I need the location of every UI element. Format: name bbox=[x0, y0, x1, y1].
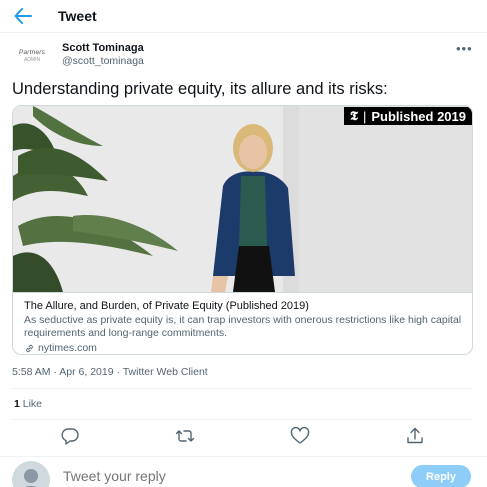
page-title: Tweet bbox=[58, 8, 97, 24]
tweet-actions bbox=[0, 424, 487, 448]
card-domain-text: nytimes.com bbox=[38, 342, 97, 354]
avatar-logo-subtext: ADMIN bbox=[23, 57, 41, 63]
retweet-icon[interactable] bbox=[175, 427, 195, 445]
top-bar: Tweet bbox=[0, 0, 487, 33]
card-body: The Allure, and Burden, of Private Equit… bbox=[13, 292, 472, 354]
tweet-timestamp: 5:58 AM · Apr 6, 2019 · Twitter Web Clie… bbox=[12, 366, 208, 378]
like-count-row[interactable]: 1 Like bbox=[14, 398, 42, 410]
published-badge: 𝕿 | Published 2019 bbox=[343, 107, 472, 125]
avatar-logo-text: Partners bbox=[18, 49, 46, 56]
tweet-text: Understanding private equity, its allure… bbox=[12, 80, 388, 98]
like-count-label: Like bbox=[19, 398, 43, 410]
badge-separator: | bbox=[362, 108, 367, 124]
reply-input[interactable] bbox=[63, 468, 393, 484]
card-description: As seductive as private equity is, it ca… bbox=[24, 314, 462, 339]
share-icon[interactable] bbox=[405, 427, 425, 445]
reply-bar: Reply bbox=[0, 456, 487, 487]
author-name[interactable]: Scott Tominaga bbox=[62, 42, 144, 54]
more-icon[interactable]: ••• bbox=[456, 41, 473, 56]
reply-icon[interactable] bbox=[60, 427, 80, 445]
reply-button[interactable]: Reply bbox=[411, 465, 471, 487]
card-domain: nytimes.com bbox=[24, 342, 463, 354]
nyt-logo-icon: 𝕿 bbox=[349, 108, 358, 124]
default-avatar-icon bbox=[24, 469, 38, 487]
author-avatar[interactable]: Partners ADMIN bbox=[12, 42, 52, 70]
author-handle[interactable]: @scott_tominaga bbox=[62, 55, 144, 67]
card-title: The Allure, and Burden, of Private Equit… bbox=[24, 300, 309, 312]
card-image: 𝕿 | Published 2019 bbox=[13, 106, 472, 292]
timestamp-link[interactable]: 5:58 AM · Apr 6, 2019 · Twitter Web Clie… bbox=[12, 366, 208, 378]
link-icon bbox=[26, 344, 33, 352]
badge-text: Published 2019 bbox=[371, 108, 466, 124]
card-photo-illustration bbox=[13, 106, 472, 292]
user-avatar[interactable] bbox=[12, 461, 50, 487]
back-arrow-icon[interactable] bbox=[14, 8, 32, 24]
like-icon[interactable] bbox=[290, 427, 310, 445]
divider bbox=[12, 388, 473, 389]
link-card[interactable]: 𝕿 | Published 2019 The Allure, and Burde… bbox=[12, 105, 473, 355]
divider bbox=[12, 419, 473, 420]
